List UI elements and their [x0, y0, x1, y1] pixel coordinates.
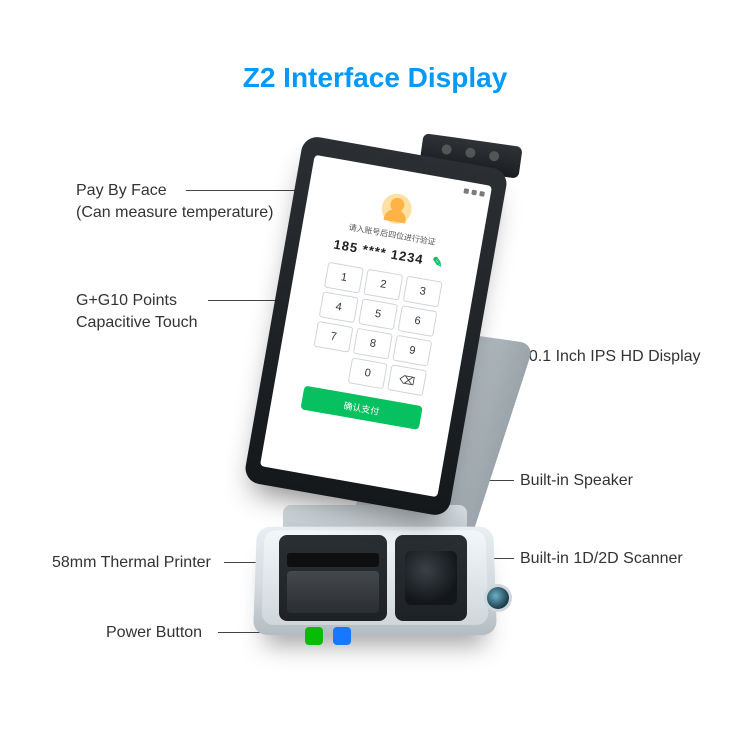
status-icon — [463, 188, 469, 194]
thermal-printer — [279, 535, 387, 621]
barcode-scanner — [395, 535, 467, 621]
scanner-window — [405, 551, 457, 605]
alipay-icon — [333, 627, 351, 645]
camera-lens-icon — [441, 144, 452, 155]
keypad-key-2[interactable]: 2 — [363, 269, 403, 301]
camera-lens-icon — [489, 150, 500, 161]
keypad-key-blank — [308, 350, 348, 382]
camera-lens-icon — [465, 147, 476, 158]
keypad-key-5[interactable]: 5 — [358, 298, 398, 330]
status-icon — [479, 191, 485, 197]
keypad-key-4[interactable]: 4 — [319, 291, 359, 323]
power-button[interactable] — [487, 587, 509, 609]
printer-slot — [287, 553, 379, 567]
keypad-key-0[interactable]: 0 — [348, 357, 388, 389]
keypad-key-3[interactable]: 3 — [403, 276, 443, 308]
keypad-key-8[interactable]: 8 — [353, 328, 393, 360]
payment-logos — [305, 627, 351, 645]
device-base — [245, 495, 505, 650]
keypad-key-7[interactable]: 7 — [313, 321, 353, 353]
device-illustration: 请入账号后四位进行验证 185 **** 1234 ✎ 1 2 3 4 5 6 … — [0, 0, 750, 750]
keypad-key-backspace[interactable]: ⌫ — [387, 364, 427, 396]
keypad-key-9[interactable]: 9 — [392, 335, 432, 367]
keypad-key-6[interactable]: 6 — [397, 305, 437, 337]
keypad-key-1[interactable]: 1 — [324, 262, 364, 294]
printer-cover — [287, 571, 379, 613]
edit-icon[interactable]: ✎ — [431, 254, 445, 271]
user-avatar-icon — [379, 191, 414, 226]
numeric-keypad: 1 2 3 4 5 6 7 8 9 0 ⌫ — [308, 262, 442, 396]
wechat-pay-icon — [305, 627, 323, 645]
status-icon — [471, 189, 477, 195]
